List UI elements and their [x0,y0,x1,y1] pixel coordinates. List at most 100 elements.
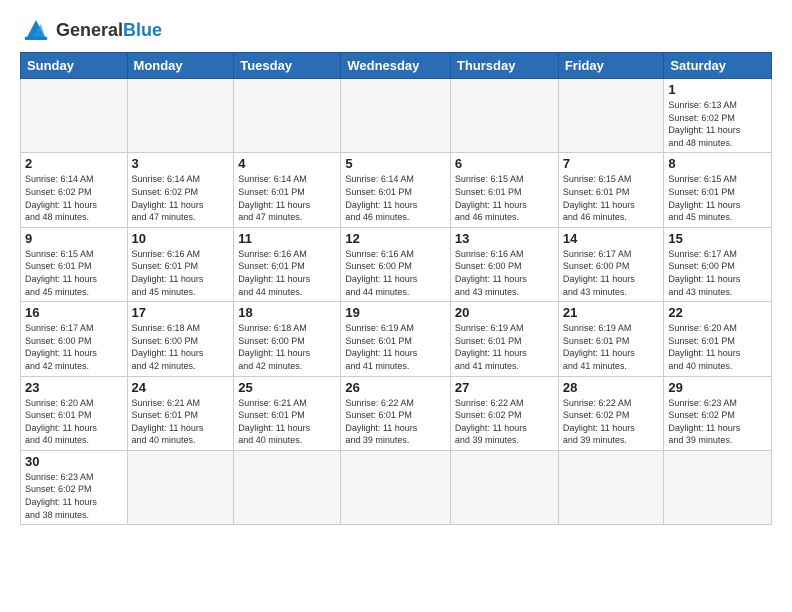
day-info: Sunrise: 6:18 AM Sunset: 6:00 PM Dayligh… [238,322,336,372]
calendar-cell: 9 Sunrise: 6:15 AM Sunset: 6:01 PM Daylig… [21,227,128,301]
calendar-cell: 1 Sunrise: 6:13 AM Sunset: 6:02 PM Daylig… [664,79,772,153]
day-number: 17 [132,305,230,320]
day-info: Sunrise: 6:19 AM Sunset: 6:01 PM Dayligh… [345,322,446,372]
day-info: Sunrise: 6:16 AM Sunset: 6:00 PM Dayligh… [455,248,554,298]
day-number: 25 [238,380,336,395]
day-info: Sunrise: 6:23 AM Sunset: 6:02 PM Dayligh… [668,397,767,447]
day-info: Sunrise: 6:20 AM Sunset: 6:01 PM Dayligh… [668,322,767,372]
weekday-header-tuesday: Tuesday [234,53,341,79]
day-number: 6 [455,156,554,171]
day-info: Sunrise: 6:15 AM Sunset: 6:01 PM Dayligh… [563,173,660,223]
logo: GeneralBlue [20,16,162,44]
weekday-header-monday: Monday [127,53,234,79]
week-row-5: 23Sunrise: 6:20 AM Sunset: 6:01 PM Dayli… [21,376,772,450]
week-row-4: 16 Sunrise: 6:17 AM Sunset: 6:00 PM Dayli… [21,302,772,376]
logo-text: GeneralBlue [56,21,162,39]
calendar-cell: 23Sunrise: 6:20 AM Sunset: 6:01 PM Dayli… [21,376,128,450]
calendar-cell: 29Sunrise: 6:23 AM Sunset: 6:02 PM Dayli… [664,376,772,450]
weekday-header-saturday: Saturday [664,53,772,79]
day-info: Sunrise: 6:13 AM Sunset: 6:02 PM Dayligh… [668,99,767,149]
day-number: 4 [238,156,336,171]
calendar-cell: 28 Sunrise: 6:22 AM Sunset: 6:02 PM Dayli… [558,376,664,450]
day-info: Sunrise: 6:14 AM Sunset: 6:02 PM Dayligh… [132,173,230,223]
day-info: Sunrise: 6:16 AM Sunset: 6:00 PM Dayligh… [345,248,446,298]
day-info: Sunrise: 6:14 AM Sunset: 6:01 PM Dayligh… [345,173,446,223]
day-info: Sunrise: 6:17 AM Sunset: 6:00 PM Dayligh… [25,322,123,372]
day-info: Sunrise: 6:21 AM Sunset: 6:01 PM Dayligh… [238,397,336,447]
day-info: Sunrise: 6:16 AM Sunset: 6:01 PM Dayligh… [238,248,336,298]
day-number: 28 [563,380,660,395]
week-row-2: 2Sunrise: 6:14 AM Sunset: 6:02 PM Daylig… [21,153,772,227]
calendar-cell [558,450,664,524]
calendar-cell: 16 Sunrise: 6:17 AM Sunset: 6:00 PM Dayli… [21,302,128,376]
logo-icon [20,16,52,44]
calendar-cell: 22Sunrise: 6:20 AM Sunset: 6:01 PM Dayli… [664,302,772,376]
calendar-cell [664,450,772,524]
calendar-cell: 10 Sunrise: 6:16 AM Sunset: 6:01 PM Dayli… [127,227,234,301]
calendar-cell [234,450,341,524]
day-info: Sunrise: 6:22 AM Sunset: 6:01 PM Dayligh… [345,397,446,447]
calendar-cell [558,79,664,153]
day-number: 10 [132,231,230,246]
day-info: Sunrise: 6:16 AM Sunset: 6:01 PM Dayligh… [132,248,230,298]
weekday-header-friday: Friday [558,53,664,79]
calendar-cell: 25 Sunrise: 6:21 AM Sunset: 6:01 PM Dayli… [234,376,341,450]
calendar-cell: 6 Sunrise: 6:15 AM Sunset: 6:01 PM Daylig… [450,153,558,227]
day-info: Sunrise: 6:17 AM Sunset: 6:00 PM Dayligh… [563,248,660,298]
day-number: 16 [25,305,123,320]
week-row-6: 30Sunrise: 6:23 AM Sunset: 6:02 PM Dayli… [21,450,772,524]
day-info: Sunrise: 6:14 AM Sunset: 6:02 PM Dayligh… [25,173,123,223]
day-number: 9 [25,231,123,246]
calendar-cell: 24Sunrise: 6:21 AM Sunset: 6:01 PM Dayli… [127,376,234,450]
day-info: Sunrise: 6:22 AM Sunset: 6:02 PM Dayligh… [563,397,660,447]
header: GeneralBlue [20,16,772,44]
day-number: 11 [238,231,336,246]
day-number: 21 [563,305,660,320]
day-number: 1 [668,82,767,97]
weekday-header-thursday: Thursday [450,53,558,79]
calendar-cell: 20 Sunrise: 6:19 AM Sunset: 6:01 PM Dayli… [450,302,558,376]
day-info: Sunrise: 6:19 AM Sunset: 6:01 PM Dayligh… [563,322,660,372]
calendar-cell: 4 Sunrise: 6:14 AM Sunset: 6:01 PM Daylig… [234,153,341,227]
week-row-1: 1 Sunrise: 6:13 AM Sunset: 6:02 PM Daylig… [21,79,772,153]
day-info: Sunrise: 6:15 AM Sunset: 6:01 PM Dayligh… [455,173,554,223]
calendar-cell: 30Sunrise: 6:23 AM Sunset: 6:02 PM Dayli… [21,450,128,524]
day-number: 13 [455,231,554,246]
calendar-cell [127,79,234,153]
calendar-cell: 3 Sunrise: 6:14 AM Sunset: 6:02 PM Daylig… [127,153,234,227]
day-number: 23 [25,380,123,395]
calendar-cell: 21 Sunrise: 6:19 AM Sunset: 6:01 PM Dayli… [558,302,664,376]
calendar-cell: 27 Sunrise: 6:22 AM Sunset: 6:02 PM Dayli… [450,376,558,450]
day-number: 3 [132,156,230,171]
day-info: Sunrise: 6:22 AM Sunset: 6:02 PM Dayligh… [455,397,554,447]
day-number: 20 [455,305,554,320]
day-info: Sunrise: 6:17 AM Sunset: 6:00 PM Dayligh… [668,248,767,298]
day-number: 26 [345,380,446,395]
calendar-cell [341,450,451,524]
weekday-header-wednesday: Wednesday [341,53,451,79]
calendar-cell [234,79,341,153]
day-number: 8 [668,156,767,171]
day-info: Sunrise: 6:15 AM Sunset: 6:01 PM Dayligh… [668,173,767,223]
day-info: Sunrise: 6:15 AM Sunset: 6:01 PM Dayligh… [25,248,123,298]
calendar-cell: 17Sunrise: 6:18 AM Sunset: 6:00 PM Dayli… [127,302,234,376]
day-number: 19 [345,305,446,320]
calendar-cell: 18Sunrise: 6:18 AM Sunset: 6:00 PM Dayli… [234,302,341,376]
calendar-cell: 26 Sunrise: 6:22 AM Sunset: 6:01 PM Dayli… [341,376,451,450]
calendar-cell [450,450,558,524]
day-number: 27 [455,380,554,395]
day-number: 15 [668,231,767,246]
calendar-cell: 2Sunrise: 6:14 AM Sunset: 6:02 PM Daylig… [21,153,128,227]
day-info: Sunrise: 6:19 AM Sunset: 6:01 PM Dayligh… [455,322,554,372]
calendar-cell: 5Sunrise: 6:14 AM Sunset: 6:01 PM Daylig… [341,153,451,227]
day-number: 12 [345,231,446,246]
calendar-cell [127,450,234,524]
calendar-cell [21,79,128,153]
day-number: 7 [563,156,660,171]
day-info: Sunrise: 6:14 AM Sunset: 6:01 PM Dayligh… [238,173,336,223]
day-info: Sunrise: 6:21 AM Sunset: 6:01 PM Dayligh… [132,397,230,447]
calendar-cell: 15 Sunrise: 6:17 AM Sunset: 6:00 PM Dayli… [664,227,772,301]
day-info: Sunrise: 6:23 AM Sunset: 6:02 PM Dayligh… [25,471,123,521]
page: GeneralBlue SundayMondayTuesdayWednesday… [0,0,792,535]
day-number: 14 [563,231,660,246]
